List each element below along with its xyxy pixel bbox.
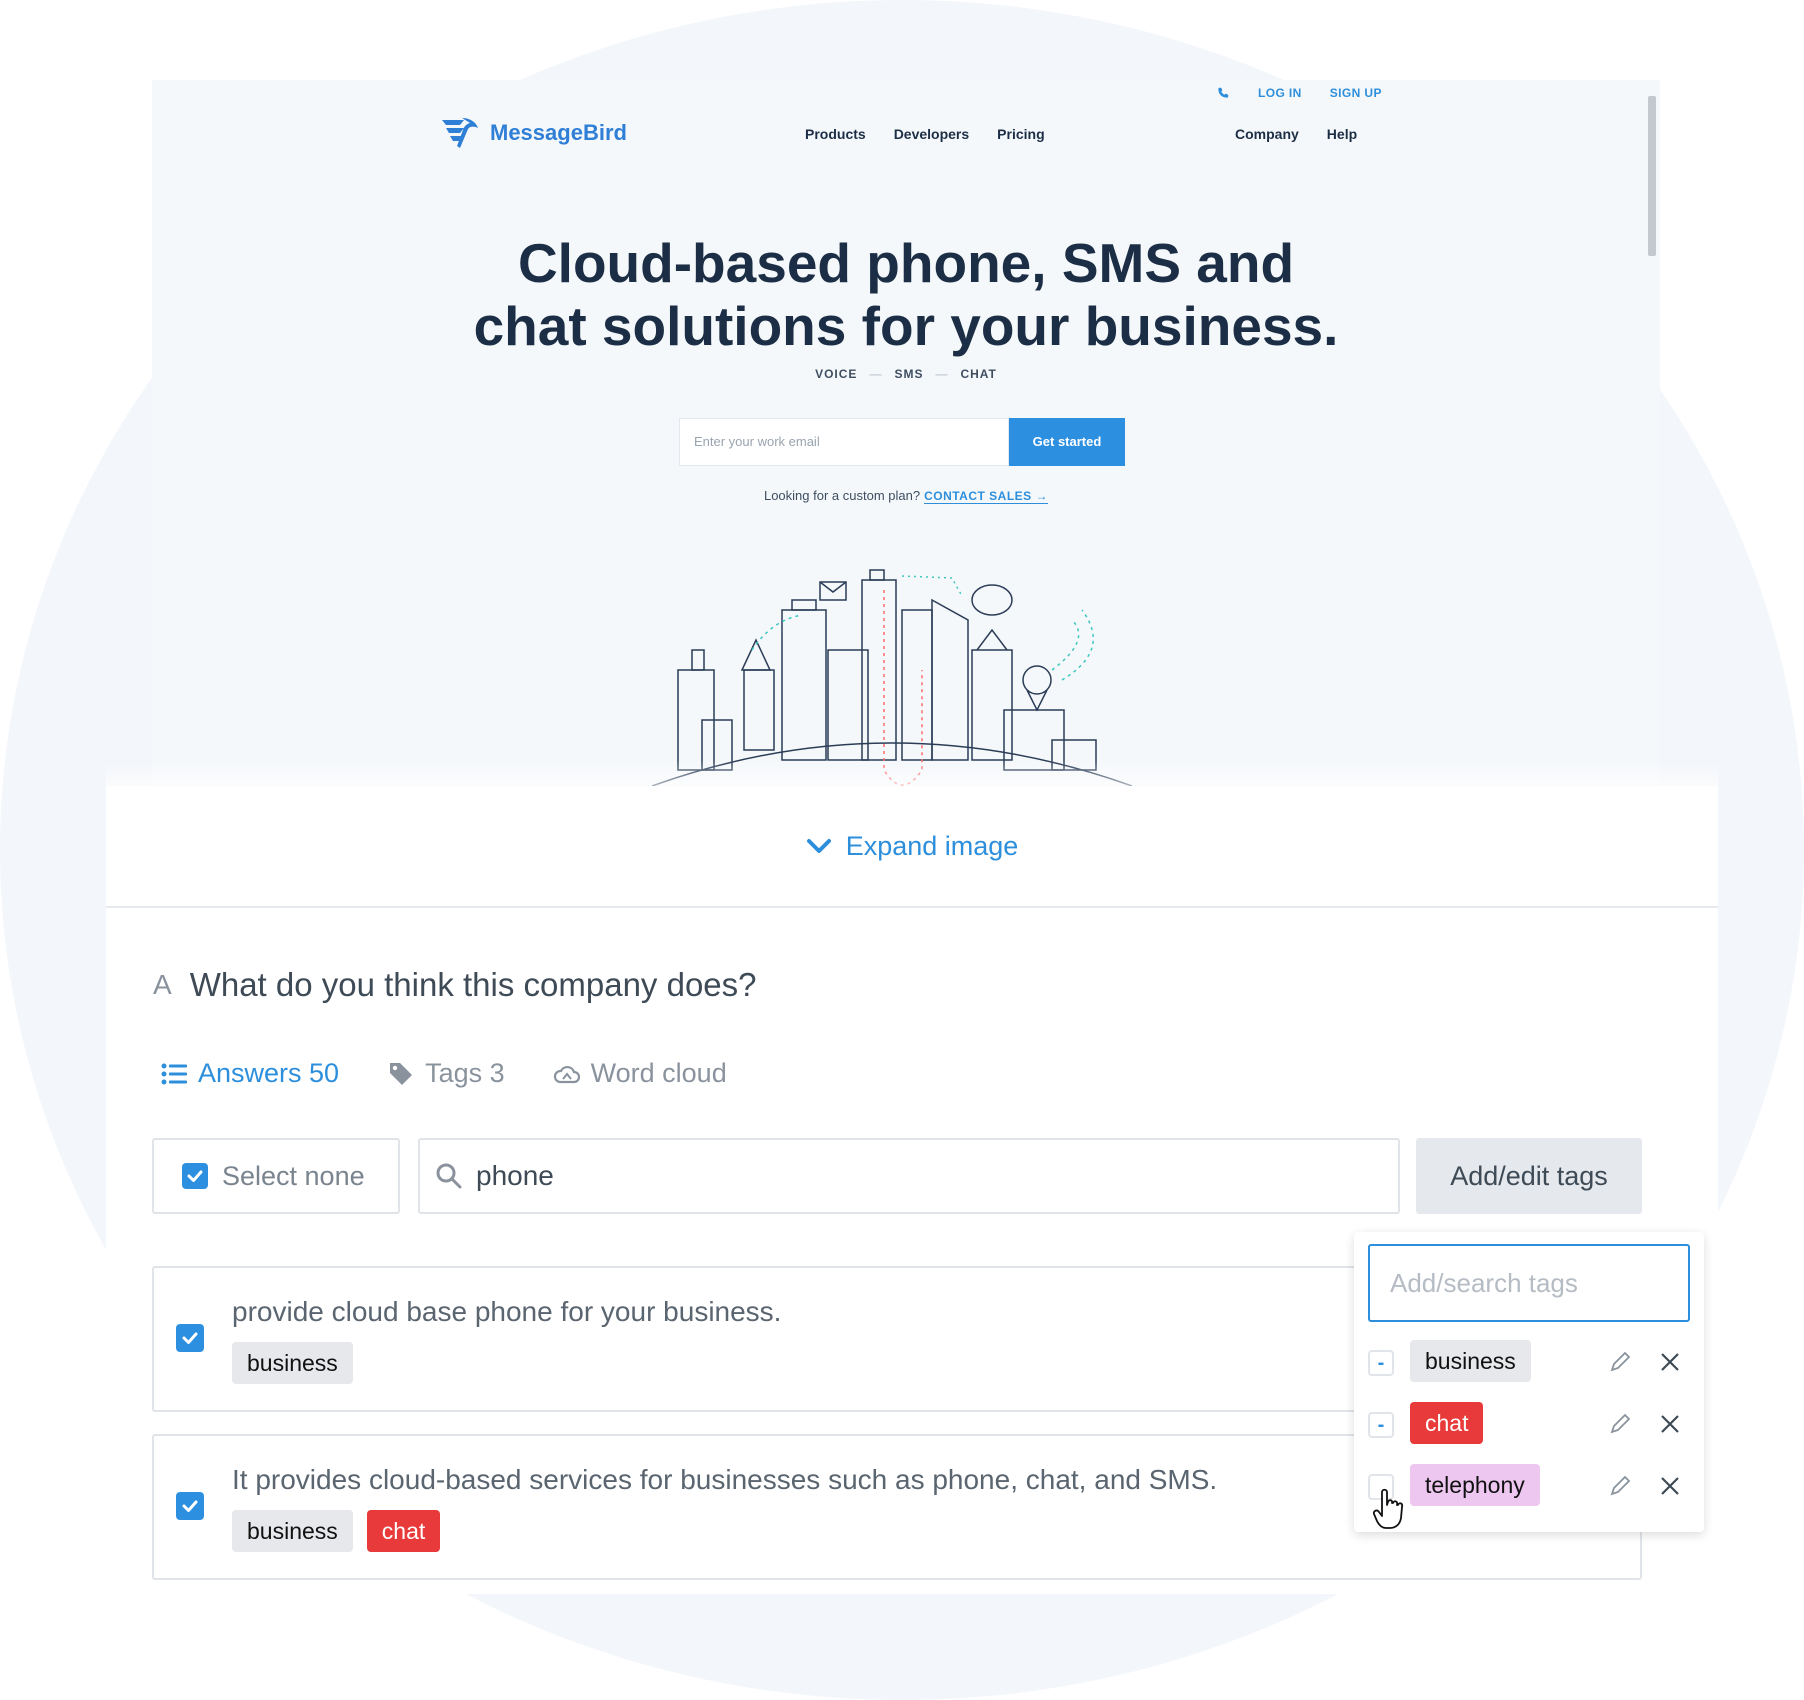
tag-chip-business: business [1410,1340,1531,1382]
pencil-icon[interactable] [1608,1474,1632,1498]
tag-option-business: - business [1368,1340,1684,1384]
tab-tags-label: Tags 3 [425,1058,505,1088]
get-started-button[interactable]: Get started [1009,418,1125,466]
hand-cursor-icon [1372,1488,1404,1529]
search-value: phone [476,1160,554,1191]
work-email-input[interactable]: Enter your work email [679,418,1009,466]
tag-option-telephony: telephony [1368,1464,1684,1508]
dropdown-caret [1512,1214,1548,1232]
login-link[interactable]: LOG IN [1258,86,1302,100]
tab-answers-label: Answers 50 [198,1058,340,1088]
bird-logo-icon [442,118,478,148]
answer-text: provide cloud base phone for your busine… [232,1296,782,1327]
signup-link[interactable]: SIGN UP [1330,86,1382,100]
list-icon [161,1063,187,1084]
select-all-checkbox[interactable] [182,1163,208,1189]
tag-chip-chat: chat [1410,1402,1484,1444]
expand-image-label: Expand image [845,830,1019,861]
check-icon [182,1332,198,1344]
hero-line-1: Cloud-based phone, SMS and [517,232,1295,294]
check-icon [182,1500,198,1512]
phone-icon [1218,87,1229,98]
website-nav-right: Company Help [1235,126,1357,142]
nav-pricing[interactable]: Pricing [997,126,1044,142]
website-signup-form: Enter your work email Get started [679,418,1125,466]
custom-plan-line: Looking for a custom plan? CONTACT SALES … [152,488,1660,504]
answer-checkbox[interactable] [176,1492,204,1520]
hero-line-2: chat solutions for your business. [473,295,1339,357]
expand-image-button[interactable]: Expand image [106,786,1718,908]
tag-chat[interactable]: chat [366,1510,441,1552]
tag-partial-checkbox[interactable]: - [1368,1412,1394,1438]
website-top-links: LOG IN SIGN UP [1216,86,1382,100]
logo-text: MessageBird [490,120,627,145]
nav-products[interactable]: Products [805,126,866,142]
custom-plan-text: Looking for a custom plan? [763,488,921,503]
view-tabs: Answers 50 Tags 3 Word cloud [160,1058,727,1089]
sub-voice: VOICE [815,367,858,381]
contact-sales-link[interactable]: CONTACT SALES → [924,489,1049,504]
tag-dropdown: Add/search tags - business - chat teleph… [1354,1232,1704,1532]
chevron-down-icon [806,839,831,853]
close-icon[interactable] [1658,1412,1682,1436]
sub-sms: SMS [894,367,924,381]
tag-icon [390,1062,413,1085]
tab-word-cloud-label: Word cloud [590,1058,727,1088]
messagebird-logo[interactable]: MessageBird [440,116,627,150]
website-subtitle: VOICE — SMS — CHAT [815,367,997,381]
tab-answers[interactable]: Answers 50 [160,1058,339,1089]
select-none-label: Select none [222,1160,365,1191]
question-title: What do you think this company does? [189,966,757,1003]
website-screenshot: LOG IN SIGN UP MessageBird Products Deve… [152,80,1660,786]
cloud-icon [553,1065,580,1083]
website-nav-left: Products Developers Pricing [805,126,1045,142]
tag-search-input[interactable]: Add/search tags [1368,1244,1690,1322]
answer-checkbox[interactable] [176,1324,204,1352]
question-type-letter: A [153,969,172,1000]
tag-business[interactable]: business [232,1510,353,1552]
website-hero-title: Cloud-based phone, SMS and chat solution… [152,232,1660,358]
tag-partial-checkbox[interactable]: - [1368,1350,1394,1376]
nav-company[interactable]: Company [1235,126,1299,142]
tab-word-cloud[interactable]: Word cloud [553,1058,727,1089]
question-header: A What do you think this company does? [153,966,757,1004]
answer-tags: business [232,1342,353,1384]
check-icon [187,1170,203,1182]
close-icon[interactable] [1658,1350,1682,1374]
tag-chip-telephony: telephony [1410,1464,1540,1506]
pencil-icon[interactable] [1608,1350,1632,1374]
search-icon [436,1163,462,1189]
tab-tags[interactable]: Tags 3 [387,1058,505,1089]
add-edit-tags-button[interactable]: Add/edit tags [1416,1138,1642,1214]
answer-text: It provides cloud-based services for bus… [232,1464,1218,1495]
search-input[interactable]: phone [418,1138,1400,1214]
sub-chat: CHAT [960,367,997,381]
city-illustration [651,569,1133,786]
pencil-icon[interactable] [1608,1412,1632,1436]
nav-developers[interactable]: Developers [894,126,969,142]
select-none-button[interactable]: Select none [152,1138,400,1214]
tag-business[interactable]: business [232,1342,353,1384]
tag-option-chat: - chat [1368,1402,1684,1446]
answer-tags: business chat [232,1510,441,1552]
close-icon[interactable] [1658,1474,1682,1498]
nav-help[interactable]: Help [1327,126,1357,142]
